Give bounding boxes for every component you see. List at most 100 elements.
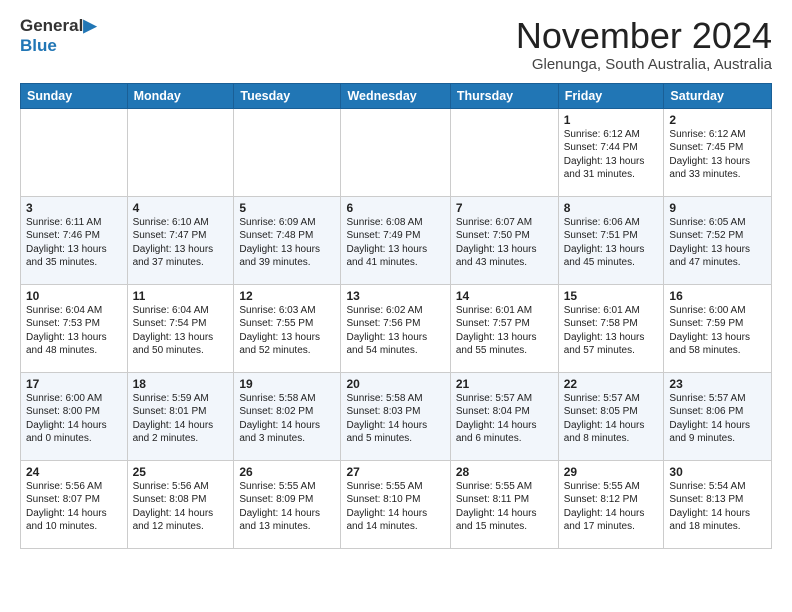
- day-cell: 10Sunrise: 6:04 AM Sunset: 7:53 PM Dayli…: [21, 284, 128, 372]
- day-number: 10: [26, 289, 122, 303]
- day-cell: 5Sunrise: 6:09 AM Sunset: 7:48 PM Daylig…: [234, 196, 341, 284]
- day-info: Sunrise: 6:04 AM Sunset: 7:54 PM Dayligh…: [133, 304, 229, 358]
- day-cell: 2Sunrise: 6:12 AM Sunset: 7:45 PM Daylig…: [664, 108, 772, 196]
- logo: General▶ Blue: [20, 16, 96, 55]
- day-info: Sunrise: 6:06 AM Sunset: 7:51 PM Dayligh…: [564, 216, 659, 270]
- day-number: 16: [669, 289, 766, 303]
- day-cell: 19Sunrise: 5:58 AM Sunset: 8:02 PM Dayli…: [234, 372, 341, 460]
- day-number: 14: [456, 289, 553, 303]
- day-cell: 14Sunrise: 6:01 AM Sunset: 7:57 PM Dayli…: [450, 284, 558, 372]
- day-number: 7: [456, 201, 553, 215]
- day-number: 25: [133, 465, 229, 479]
- day-info: Sunrise: 6:05 AM Sunset: 7:52 PM Dayligh…: [669, 216, 766, 270]
- day-cell: 28Sunrise: 5:55 AM Sunset: 8:11 PM Dayli…: [450, 460, 558, 548]
- day-number: 13: [346, 289, 444, 303]
- day-number: 1: [564, 113, 659, 127]
- day-cell: 13Sunrise: 6:02 AM Sunset: 7:56 PM Dayli…: [341, 284, 450, 372]
- day-info: Sunrise: 6:00 AM Sunset: 8:00 PM Dayligh…: [26, 392, 122, 446]
- day-number: 5: [239, 201, 335, 215]
- day-number: 20: [346, 377, 444, 391]
- day-cell: 17Sunrise: 6:00 AM Sunset: 8:00 PM Dayli…: [21, 372, 128, 460]
- col-header-thursday: Thursday: [450, 83, 558, 108]
- day-info: Sunrise: 6:03 AM Sunset: 7:55 PM Dayligh…: [239, 304, 335, 358]
- day-info: Sunrise: 6:07 AM Sunset: 7:50 PM Dayligh…: [456, 216, 553, 270]
- col-header-tuesday: Tuesday: [234, 83, 341, 108]
- day-info: Sunrise: 5:57 AM Sunset: 8:05 PM Dayligh…: [564, 392, 659, 446]
- day-number: 27: [346, 465, 444, 479]
- day-number: 24: [26, 465, 122, 479]
- col-header-wednesday: Wednesday: [341, 83, 450, 108]
- day-cell: 24Sunrise: 5:56 AM Sunset: 8:07 PM Dayli…: [21, 460, 128, 548]
- page: General▶ Blue November 2024 Glenunga, So…: [0, 0, 792, 565]
- day-number: 11: [133, 289, 229, 303]
- day-info: Sunrise: 6:00 AM Sunset: 7:59 PM Dayligh…: [669, 304, 766, 358]
- day-number: 22: [564, 377, 659, 391]
- day-number: 23: [669, 377, 766, 391]
- title-block: November 2024 Glenunga, South Australia,…: [516, 16, 772, 73]
- day-number: 29: [564, 465, 659, 479]
- day-info: Sunrise: 5:55 AM Sunset: 8:12 PM Dayligh…: [564, 480, 659, 534]
- day-number: 26: [239, 465, 335, 479]
- col-header-saturday: Saturday: [664, 83, 772, 108]
- day-info: Sunrise: 6:04 AM Sunset: 7:53 PM Dayligh…: [26, 304, 122, 358]
- day-info: Sunrise: 6:02 AM Sunset: 7:56 PM Dayligh…: [346, 304, 444, 358]
- col-header-sunday: Sunday: [21, 83, 128, 108]
- day-cell: 29Sunrise: 5:55 AM Sunset: 8:12 PM Dayli…: [558, 460, 664, 548]
- day-number: 3: [26, 201, 122, 215]
- day-cell: 3Sunrise: 6:11 AM Sunset: 7:46 PM Daylig…: [21, 196, 128, 284]
- day-cell: 4Sunrise: 6:10 AM Sunset: 7:47 PM Daylig…: [127, 196, 234, 284]
- day-cell: [234, 108, 341, 196]
- logo-line1: General▶: [20, 16, 96, 36]
- day-info: Sunrise: 5:56 AM Sunset: 8:08 PM Dayligh…: [133, 480, 229, 534]
- day-number: 6: [346, 201, 444, 215]
- day-cell: 23Sunrise: 5:57 AM Sunset: 8:06 PM Dayli…: [664, 372, 772, 460]
- col-header-friday: Friday: [558, 83, 664, 108]
- day-cell: 11Sunrise: 6:04 AM Sunset: 7:54 PM Dayli…: [127, 284, 234, 372]
- day-cell: 6Sunrise: 6:08 AM Sunset: 7:49 PM Daylig…: [341, 196, 450, 284]
- day-number: 28: [456, 465, 553, 479]
- day-number: 21: [456, 377, 553, 391]
- week-row-3: 10Sunrise: 6:04 AM Sunset: 7:53 PM Dayli…: [21, 284, 772, 372]
- day-info: Sunrise: 5:56 AM Sunset: 8:07 PM Dayligh…: [26, 480, 122, 534]
- day-cell: [450, 108, 558, 196]
- day-cell: 27Sunrise: 5:55 AM Sunset: 8:10 PM Dayli…: [341, 460, 450, 548]
- day-cell: 22Sunrise: 5:57 AM Sunset: 8:05 PM Dayli…: [558, 372, 664, 460]
- day-cell: 25Sunrise: 5:56 AM Sunset: 8:08 PM Dayli…: [127, 460, 234, 548]
- day-cell: 8Sunrise: 6:06 AM Sunset: 7:51 PM Daylig…: [558, 196, 664, 284]
- day-cell: 16Sunrise: 6:00 AM Sunset: 7:59 PM Dayli…: [664, 284, 772, 372]
- week-row-4: 17Sunrise: 6:00 AM Sunset: 8:00 PM Dayli…: [21, 372, 772, 460]
- day-info: Sunrise: 5:55 AM Sunset: 8:11 PM Dayligh…: [456, 480, 553, 534]
- calendar: SundayMondayTuesdayWednesdayThursdayFrid…: [20, 83, 772, 549]
- day-number: 30: [669, 465, 766, 479]
- day-cell: 7Sunrise: 6:07 AM Sunset: 7:50 PM Daylig…: [450, 196, 558, 284]
- day-info: Sunrise: 6:01 AM Sunset: 7:58 PM Dayligh…: [564, 304, 659, 358]
- day-number: 8: [564, 201, 659, 215]
- day-number: 18: [133, 377, 229, 391]
- location: Glenunga, South Australia, Australia: [516, 56, 772, 73]
- week-row-5: 24Sunrise: 5:56 AM Sunset: 8:07 PM Dayli…: [21, 460, 772, 548]
- week-row-2: 3Sunrise: 6:11 AM Sunset: 7:46 PM Daylig…: [21, 196, 772, 284]
- day-info: Sunrise: 6:12 AM Sunset: 7:45 PM Dayligh…: [669, 128, 766, 182]
- day-info: Sunrise: 5:57 AM Sunset: 8:04 PM Dayligh…: [456, 392, 553, 446]
- day-number: 17: [26, 377, 122, 391]
- day-info: Sunrise: 6:11 AM Sunset: 7:46 PM Dayligh…: [26, 216, 122, 270]
- day-number: 4: [133, 201, 229, 215]
- col-header-monday: Monday: [127, 83, 234, 108]
- day-info: Sunrise: 5:57 AM Sunset: 8:06 PM Dayligh…: [669, 392, 766, 446]
- day-info: Sunrise: 5:54 AM Sunset: 8:13 PM Dayligh…: [669, 480, 766, 534]
- day-cell: 30Sunrise: 5:54 AM Sunset: 8:13 PM Dayli…: [664, 460, 772, 548]
- day-info: Sunrise: 6:10 AM Sunset: 7:47 PM Dayligh…: [133, 216, 229, 270]
- day-number: 19: [239, 377, 335, 391]
- logo-line2: Blue: [20, 36, 96, 56]
- month-title: November 2024: [516, 16, 772, 56]
- day-cell: [21, 108, 128, 196]
- day-cell: 1Sunrise: 6:12 AM Sunset: 7:44 PM Daylig…: [558, 108, 664, 196]
- day-cell: 9Sunrise: 6:05 AM Sunset: 7:52 PM Daylig…: [664, 196, 772, 284]
- week-row-1: 1Sunrise: 6:12 AM Sunset: 7:44 PM Daylig…: [21, 108, 772, 196]
- day-number: 2: [669, 113, 766, 127]
- day-cell: 15Sunrise: 6:01 AM Sunset: 7:58 PM Dayli…: [558, 284, 664, 372]
- day-info: Sunrise: 6:12 AM Sunset: 7:44 PM Dayligh…: [564, 128, 659, 182]
- day-info: Sunrise: 5:58 AM Sunset: 8:03 PM Dayligh…: [346, 392, 444, 446]
- day-info: Sunrise: 6:09 AM Sunset: 7:48 PM Dayligh…: [239, 216, 335, 270]
- day-info: Sunrise: 5:59 AM Sunset: 8:01 PM Dayligh…: [133, 392, 229, 446]
